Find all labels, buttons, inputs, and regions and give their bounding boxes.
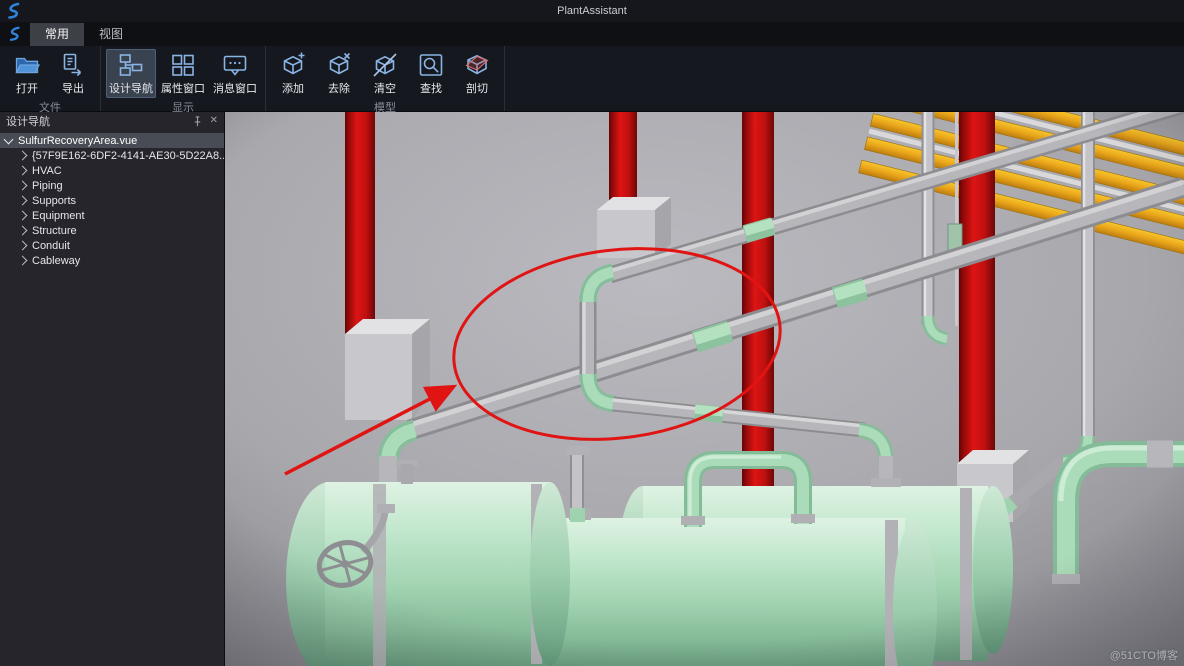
tree-item-label: Supports (32, 195, 76, 207)
tree-item[interactable]: Cableway (0, 253, 224, 268)
tab-home[interactable]: 常用 (30, 23, 84, 46)
ribbon: 打开 导出 文件 设计导航 (0, 46, 1184, 112)
chevron-right-icon (18, 196, 28, 206)
tree-item-label: Cableway (32, 255, 80, 267)
button-label: 属性窗口 (161, 80, 205, 96)
vignette (225, 112, 1184, 666)
tree-item-label: Structure (32, 225, 77, 237)
open-folder-icon (14, 52, 40, 78)
find-button[interactable]: 查找 (409, 49, 453, 98)
tree-item[interactable]: Piping (0, 178, 224, 193)
tree-item-label: Equipment (32, 210, 85, 222)
app-logo-icon (5, 2, 23, 20)
titlebar: PlantAssistant (0, 0, 1184, 22)
tree-item-label: SulfurRecoveryArea.vue (18, 135, 137, 147)
design-navigator-button[interactable]: 设计导航 (106, 49, 156, 98)
property-window-button[interactable]: 属性窗口 (158, 49, 208, 98)
export-icon (60, 52, 86, 78)
chevron-right-icon (18, 151, 28, 161)
clear-button[interactable]: 清空 (363, 49, 407, 98)
button-label: 消息窗口 (213, 80, 257, 96)
button-label: 设计导航 (109, 80, 153, 96)
export-button[interactable]: 导出 (51, 49, 95, 98)
ribbon-tab-bar: 常用 视图 (0, 22, 1184, 46)
tree-item[interactable]: Conduit (0, 238, 224, 253)
model-tree: SulfurRecoveryArea.vue {57F9E162-6DF2-41… (0, 130, 224, 268)
viewport-3d[interactable]: @51CTO博客 (225, 112, 1184, 666)
message-window-button[interactable]: 消息窗口 (210, 49, 260, 98)
main-area: 设计导航 ✕ SulfurRecoveryArea.vue {57F9E162-… (0, 112, 1184, 666)
tree-item-label: {57F9E162-6DF2-4141-AE30-5D22A8... (32, 150, 224, 162)
property-window-icon (170, 52, 196, 78)
design-navigator-icon (118, 52, 144, 78)
ribbon-group-display: 设计导航 属性窗口 消息窗口 (101, 46, 266, 111)
tree-item-label: HVAC (32, 165, 62, 177)
window-title: PlantAssistant (557, 5, 627, 17)
tree-item[interactable]: Equipment (0, 208, 224, 223)
chevron-right-icon (18, 181, 28, 191)
app-menu-button[interactable] (0, 22, 30, 46)
chevron-right-icon (18, 256, 28, 266)
chevron-right-icon (18, 166, 28, 176)
message-window-icon (222, 52, 248, 78)
button-label: 添加 (282, 80, 304, 96)
chevron-right-icon (18, 226, 28, 236)
tree-item[interactable]: {57F9E162-6DF2-4141-AE30-5D22A8... (0, 148, 224, 163)
pin-icon[interactable] (192, 116, 203, 127)
button-label: 清空 (374, 80, 396, 96)
tree-item-label: Conduit (32, 240, 70, 252)
panel-title: 设计导航 (6, 113, 185, 129)
viewport-3d-scene (225, 112, 1184, 666)
button-label: 剖切 (466, 80, 488, 96)
chevron-right-icon (18, 211, 28, 221)
tree-root-item[interactable]: SulfurRecoveryArea.vue (0, 133, 224, 148)
button-label: 打开 (16, 80, 38, 96)
search-cube-icon (418, 52, 444, 78)
app-menu-logo-icon (7, 26, 23, 42)
ribbon-group-file: 打开 导出 文件 (0, 46, 101, 111)
chevron-down-icon (4, 134, 14, 144)
remove-button[interactable]: 去除 (317, 49, 361, 98)
button-label: 查找 (420, 80, 442, 96)
design-navigator-panel: 设计导航 ✕ SulfurRecoveryArea.vue {57F9E162-… (0, 112, 225, 666)
add-button[interactable]: 添加 (271, 49, 315, 98)
open-button[interactable]: 打开 (5, 49, 49, 98)
tab-view[interactable]: 视图 (84, 23, 138, 46)
chevron-right-icon (18, 241, 28, 251)
ribbon-group-model: 添加 去除 清空 (266, 46, 505, 111)
tree-item-label: Piping (32, 180, 63, 192)
button-label: 去除 (328, 80, 350, 96)
close-icon[interactable]: ✕ (210, 116, 218, 126)
tree-item[interactable]: Supports (0, 193, 224, 208)
button-label: 导出 (62, 80, 84, 96)
tree-item[interactable]: Structure (0, 223, 224, 238)
panel-header: 设计导航 ✕ (0, 112, 224, 130)
add-cube-icon (280, 52, 306, 78)
tree-item[interactable]: HVAC (0, 163, 224, 178)
remove-cube-icon (326, 52, 352, 78)
section-cube-icon (464, 52, 490, 78)
section-button[interactable]: 剖切 (455, 49, 499, 98)
clear-cube-icon (372, 52, 398, 78)
